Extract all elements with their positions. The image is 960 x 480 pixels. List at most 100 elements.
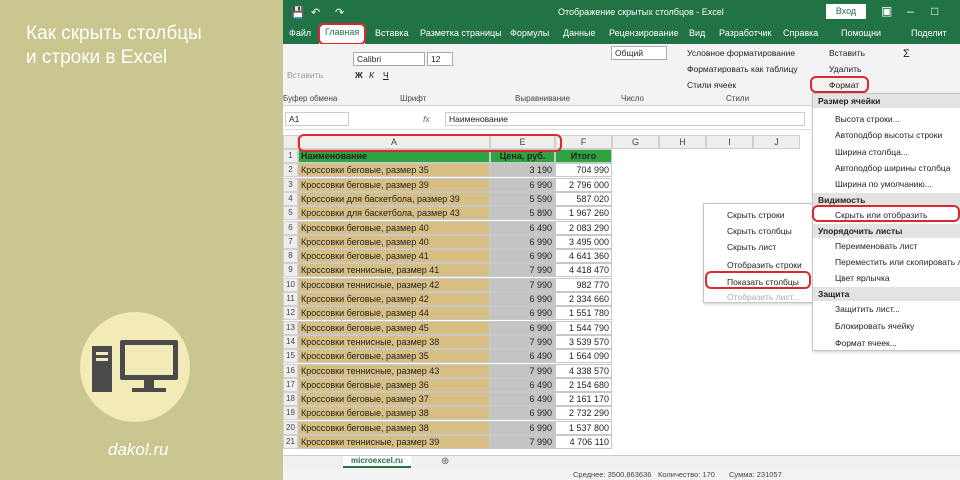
table-cell[interactable]: Кроссовки беговые, размер 45 — [298, 320, 490, 335]
table-cell[interactable]: Кроссовки беговые, размер 38 — [298, 406, 490, 421]
table-cell[interactable]: 4 418 470 — [555, 263, 612, 278]
table-cell[interactable]: Кроссовки теннисные, размер 41 — [298, 263, 490, 278]
row-header[interactable]: 10 — [283, 277, 298, 292]
row-header[interactable]: 18 — [283, 392, 298, 407]
row-header[interactable]: 11 — [283, 292, 298, 306]
tab-file[interactable]: Файл — [289, 28, 311, 38]
tab-assistant[interactable]: Помощни — [841, 28, 881, 38]
table-cell[interactable]: Кроссовки беговые, размер 37 — [298, 392, 490, 407]
table-cell[interactable]: 982 770 — [555, 277, 612, 292]
row-header[interactable]: 17 — [283, 377, 298, 392]
table-cell[interactable]: Кроссовки беговые, размер 39 — [298, 177, 490, 192]
row-header[interactable]: 20 — [283, 420, 298, 435]
tab-developer[interactable]: Разработчик — [719, 28, 771, 38]
fx-icon[interactable]: fx — [423, 114, 430, 124]
table-cell[interactable]: 6 490 — [490, 392, 555, 407]
table-cell[interactable]: 6 490 — [490, 349, 555, 364]
row-header[interactable]: 3 — [283, 177, 298, 192]
table-cell[interactable]: Кроссовки для баскетбола, размер 39 — [298, 191, 490, 206]
row-header[interactable]: 1 — [283, 149, 298, 163]
table-cell[interactable]: Кроссовки беговые, размер 38 — [298, 420, 490, 435]
table-cell[interactable]: 1 564 090 — [555, 349, 612, 364]
table-cell[interactable]: 1 967 260 — [555, 206, 612, 221]
table-cell[interactable]: 4 338 570 — [555, 363, 612, 378]
table-cell[interactable]: Кроссовки беговые, размер 35 — [298, 349, 490, 364]
conditional-format-button[interactable]: Условное форматирование — [687, 48, 795, 58]
table-cell[interactable]: 6 990 — [490, 234, 555, 249]
table-cell[interactable]: 2 083 290 — [555, 220, 612, 235]
row-header[interactable]: 6 — [283, 220, 298, 235]
tab-data[interactable]: Данные — [563, 28, 596, 38]
table-cell[interactable]: 587 020 — [555, 191, 612, 206]
select-all-corner[interactable] — [283, 135, 298, 149]
menu-lock-cell[interactable]: Блокировать ячейку — [835, 321, 914, 331]
table-cell[interactable]: Кроссовки беговые, размер 35 — [298, 163, 490, 178]
menu-hide-sheet[interactable]: Скрыть лист — [727, 242, 776, 252]
table-cell[interactable]: 1 537 800 — [555, 420, 612, 435]
table-cell[interactable]: 6 990 — [490, 177, 555, 192]
ribbon-display-icon[interactable]: ▣ — [881, 4, 892, 18]
table-cell[interactable]: 1 551 780 — [555, 306, 612, 321]
menu-hide-rows[interactable]: Скрыть строки — [727, 210, 784, 220]
table-cell[interactable]: 7 990 — [490, 263, 555, 278]
row-header[interactable]: 7 — [283, 234, 298, 249]
column-header[interactable]: I — [706, 135, 753, 149]
menu-tab-color[interactable]: Цвет ярлычка — [835, 273, 890, 283]
table-cell[interactable]: 7 990 — [490, 277, 555, 292]
menu-unhide-sheet[interactable]: Отобразить лист... — [727, 292, 800, 302]
column-header[interactable]: F — [555, 135, 612, 149]
table-cell[interactable]: 6 990 — [490, 292, 555, 306]
tab-formulas[interactable]: Формулы — [510, 28, 549, 38]
table-cell[interactable]: 704 990 — [555, 163, 612, 178]
signin-button[interactable]: Вход — [826, 4, 866, 19]
row-header[interactable]: 15 — [283, 349, 298, 364]
cell-styles-button[interactable]: Стили ячеек — [687, 80, 736, 90]
column-header[interactable]: H — [659, 135, 706, 149]
menu-format-cells[interactable]: Формат ячеек... — [835, 338, 897, 348]
row-header[interactable]: 8 — [283, 249, 298, 264]
maximize-icon[interactable]: □ — [931, 4, 938, 18]
table-cell[interactable]: 6 990 — [490, 306, 555, 321]
table-cell[interactable]: Итого — [555, 149, 612, 163]
menu-hide-columns[interactable]: Скрыть столбцы — [727, 226, 792, 236]
font-name-select[interactable]: Calibri — [353, 52, 425, 66]
formula-input[interactable]: Наименование — [445, 112, 805, 126]
table-cell[interactable]: Кроссовки теннисные, размер 38 — [298, 334, 490, 349]
name-box[interactable]: A1 — [285, 112, 349, 126]
bold-icon[interactable]: Ж — [355, 70, 363, 80]
table-cell[interactable]: 4 641 360 — [555, 249, 612, 264]
table-cell[interactable]: 2 796 000 — [555, 177, 612, 192]
table-cell[interactable]: 3 190 — [490, 163, 555, 178]
minimize-icon[interactable]: – — [907, 4, 914, 18]
save-icon[interactable]: 💾 — [291, 6, 305, 19]
table-cell[interactable]: 2 161 170 — [555, 392, 612, 407]
table-cell[interactable]: Кроссовки беговые, размер 44 — [298, 306, 490, 321]
table-cell[interactable]: 7 990 — [490, 363, 555, 378]
column-header[interactable]: G — [612, 135, 659, 149]
row-header[interactable]: 12 — [283, 306, 298, 321]
row-header[interactable]: 2 — [283, 163, 298, 178]
table-cell[interactable]: 3 539 570 — [555, 334, 612, 349]
table-cell[interactable]: 6 990 — [490, 249, 555, 264]
tab-help[interactable]: Справка — [783, 28, 818, 38]
table-cell[interactable]: Кроссовки беговые, размер 40 — [298, 220, 490, 235]
paste-button[interactable]: Вставить — [287, 70, 323, 80]
table-cell[interactable]: 6 490 — [490, 377, 555, 392]
font-size-select[interactable]: 12 — [427, 52, 453, 66]
row-header[interactable]: 14 — [283, 334, 298, 349]
table-cell[interactable]: 6 990 — [490, 320, 555, 335]
menu-row-height[interactable]: Высота строки... — [835, 114, 900, 124]
table-cell[interactable]: 4 706 110 — [555, 435, 612, 449]
row-header[interactable]: 5 — [283, 206, 298, 221]
table-cell[interactable]: Кроссовки беговые, размер 42 — [298, 292, 490, 306]
table-cell[interactable]: Кроссовки беговые, размер 41 — [298, 249, 490, 264]
number-format-select[interactable]: Общий — [611, 46, 667, 60]
tab-share[interactable]: Поделит — [911, 28, 947, 38]
table-cell[interactable]: Кроссовки теннисные, размер 43 — [298, 363, 490, 378]
tab-review[interactable]: Рецензирование — [609, 28, 679, 38]
table-cell[interactable]: 6 490 — [490, 220, 555, 235]
table-cell[interactable]: 5 590 — [490, 191, 555, 206]
menu-rename-sheet[interactable]: Переименовать лист — [835, 241, 918, 251]
delete-cells-button[interactable]: Удалить — [829, 64, 861, 74]
menu-move-copy[interactable]: Переместить или скопировать лист... — [835, 257, 960, 267]
